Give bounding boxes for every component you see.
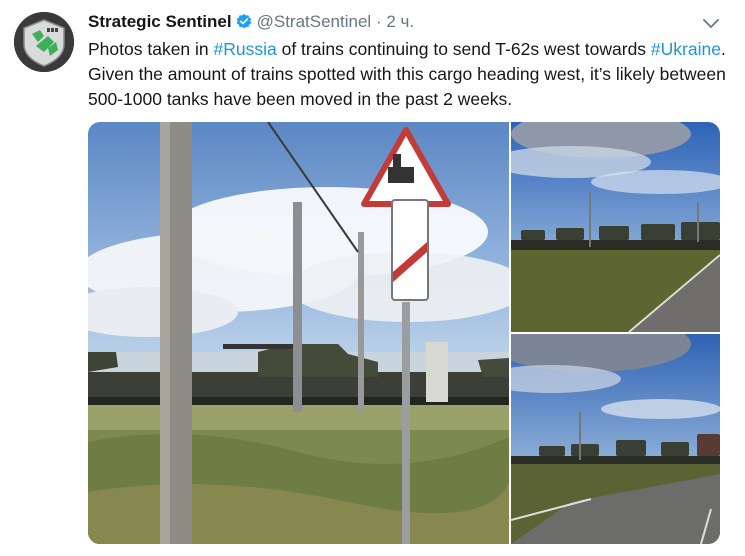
tweet-header: Strategic Sentinel @StratSentinel · 2 ч.	[88, 11, 721, 35]
avatar[interactable]	[14, 12, 74, 72]
photo-tanks-on-train-2[interactable]	[511, 122, 720, 332]
hashtag-link-ukraine[interactable]: #Ukraine	[651, 39, 721, 59]
chevron-down-icon[interactable]	[701, 13, 721, 33]
author-name[interactable]: Strategic Sentinel	[88, 12, 232, 31]
avatar-logo-icon	[14, 12, 74, 72]
tweet[interactable]: Strategic Sentinel @StratSentinel · 2 ч. …	[0, 0, 745, 556]
tweet-text: Photos taken in #Russia of trains contin…	[88, 37, 738, 112]
header-separator: ·	[375, 12, 382, 31]
verified-badge-icon	[235, 12, 253, 36]
author-handle[interactable]: @StratSentinel	[257, 12, 372, 31]
tweet-timestamp[interactable]: 2 ч.	[386, 12, 414, 31]
tweet-text-part: Photos taken in	[88, 39, 214, 59]
photo-tanks-on-train-1[interactable]	[88, 122, 509, 544]
photo-tanks-on-train-3[interactable]	[511, 334, 720, 544]
media-grid	[88, 122, 720, 544]
hashtag-link-russia[interactable]: #Russia	[214, 39, 277, 59]
tweet-text-part: of trains continuing to send T-62s west …	[276, 39, 651, 59]
